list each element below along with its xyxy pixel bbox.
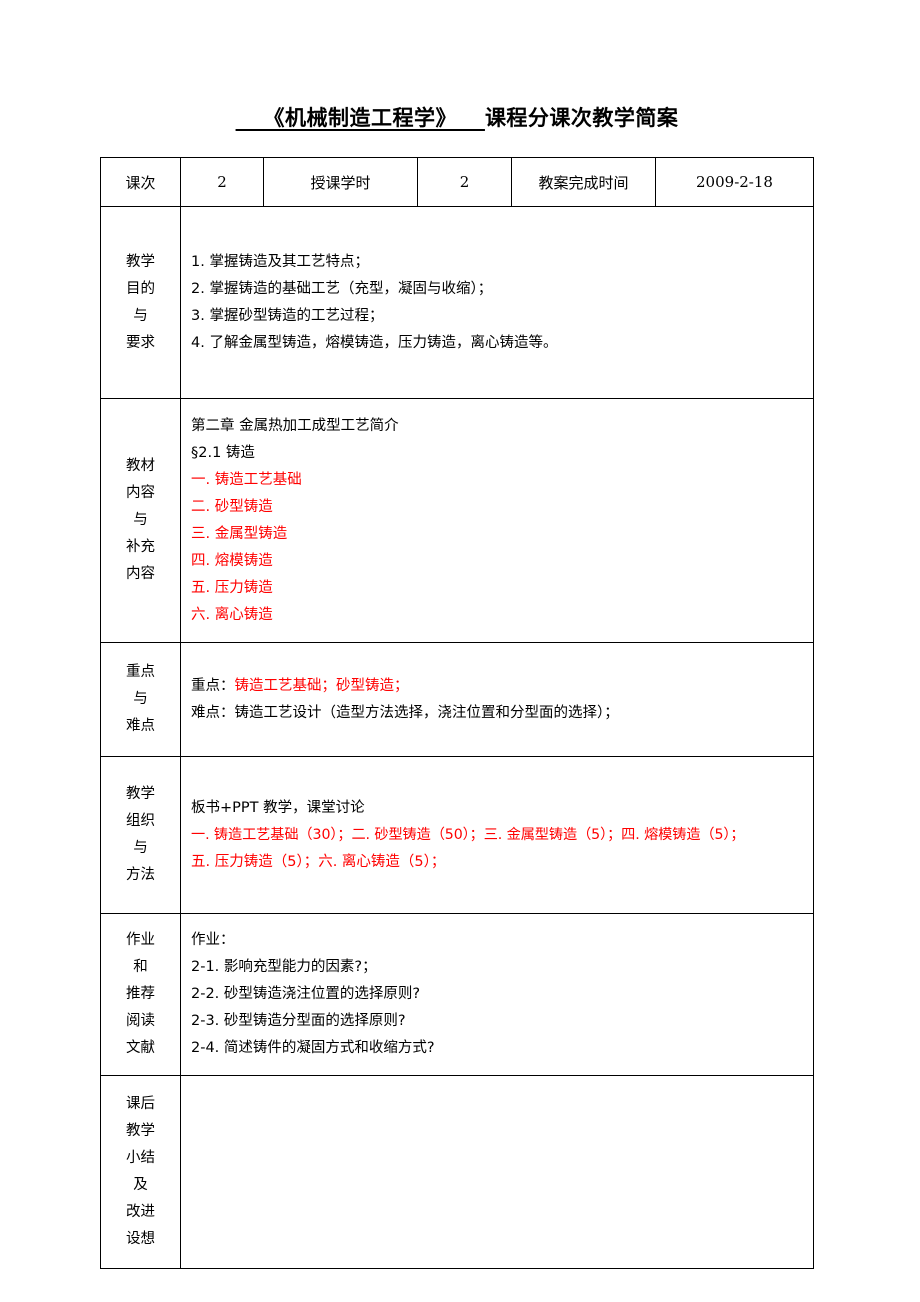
row-label-homework: 作业和推荐 阅读 文献	[100, 913, 181, 1076]
table-header-row: 课次 2 授课学时 2 教案完成时间 2009-2-18	[100, 157, 814, 207]
content-line: 五. 压力铸造（5）；六. 离心铸造（5）；	[191, 853, 446, 870]
content-line: 2-1. 影响充型能力的因素?；	[191, 959, 377, 975]
row-content-materials: 第二章 金属热加工成型工艺简介 §2.1 铸造一. 铸造工艺基础 二. 砂型铸造 三.…	[180, 398, 814, 643]
row-label-line: 教学	[126, 1123, 155, 1139]
row-content-homework: 作业： 2-1. 影响充型能力的因素?； 2-2. 砂型铸造浇注位置的选择原则? 2-…	[180, 913, 814, 1076]
header-label-date: 教案完成时间	[511, 157, 656, 207]
content-line: 2-4. 简述铸件的凝固方式和收缩方式?	[191, 1040, 435, 1056]
content-line: 一. 铸造工艺基础（30）；二. 砂型铸造（50）；三. 金属型铸造（5）；四.…	[191, 826, 745, 843]
row-label-line: 要求	[126, 334, 155, 351]
content-line: 作业：	[191, 932, 235, 948]
content-line: 2-3. 砂型铸造分型面的选择原则?	[191, 1013, 406, 1029]
page-title-underlined-part: 《机械制造工程学》	[236, 106, 485, 130]
content-line: 板书+PPT 教学，课堂讨论	[191, 799, 365, 816]
content-line: 六. 离心铸造	[191, 606, 273, 623]
row-label-methods: 教学 组织与方法	[100, 756, 181, 914]
page-title-course-name: 《机械制造工程学》	[263, 106, 457, 130]
row-label-line: 组织	[126, 813, 155, 829]
content-segment: 铸造工艺基础；砂型铸造；	[234, 677, 409, 694]
table-row: 重点与难点 重点：铸造工艺基础；砂型铸造； 难点：铸造工艺设计（造型方法选择，浇注…	[100, 642, 814, 757]
content-line: 第二章 金属热加工成型工艺简介	[191, 417, 399, 434]
content-line: 二. 砂型铸造	[191, 498, 273, 515]
content-line: 难点：铸造工艺设计（造型方法选择，浇注位置和分型面的选择）；	[191, 704, 619, 721]
row-label-line: 内容	[126, 485, 155, 501]
row-label-keypoints: 重点与难点	[100, 642, 181, 757]
content-line: 1. 掌握铸造及其工艺特点；	[191, 253, 369, 270]
row-label-line: 教材	[126, 458, 155, 474]
content-line: 四. 熔模铸造	[191, 552, 273, 569]
row-label-line: 与	[133, 840, 148, 856]
content-line: 五. 压力铸造	[191, 579, 273, 596]
content-line: §2.1 铸造	[191, 444, 255, 461]
row-label-line: 补充	[126, 539, 155, 555]
content-line: 一. 铸造工艺基础	[191, 471, 302, 488]
header-value-hours: 2	[417, 157, 512, 207]
content-line: 3. 掌握砂型铸造的工艺过程；	[191, 307, 384, 324]
header-label-lesson: 课次	[100, 157, 181, 207]
document-page: 《机械制造工程学》 课程分课次教学简案 课次 2 授课学时 2 教案完成时间 2…	[0, 0, 920, 1302]
table-row: 教学目的与要求 1. 掌握铸造及其工艺特点； 2. 掌握铸造的基础工艺（充型，凝固…	[100, 206, 814, 399]
content-line: 三. 金属型铸造	[191, 525, 288, 542]
page-title-rest: 课程分课次教学简案	[484, 106, 679, 130]
row-content-objectives: 1. 掌握铸造及其工艺特点； 2. 掌握铸造的基础工艺（充型，凝固与收缩）； 3. …	[180, 206, 814, 399]
row-label-line: 与	[133, 691, 148, 707]
row-label-objectives: 教学 目的与要求	[100, 206, 181, 399]
row-label-line: 课后	[126, 1096, 155, 1112]
row-label-line: 小结	[126, 1150, 155, 1166]
row-label-line: 目的	[126, 280, 155, 297]
row-content-summary	[180, 1075, 814, 1269]
content-line: 2. 掌握铸造的基础工艺（充型，凝固与收缩）；	[191, 280, 493, 297]
header-label-hours: 授课学时	[263, 157, 418, 207]
header-value-lesson: 2	[180, 157, 264, 207]
lesson-plan-table: 课次 2 授课学时 2 教案完成时间 2009-2-18 教学 目的与要求 1. …	[100, 157, 814, 1269]
content-line: 重点：铸造工艺基础；砂型铸造；	[191, 673, 813, 700]
row-label-summary: 课后教学小结及改进设想	[100, 1075, 181, 1269]
content-line: 2-2. 砂型铸造浇注位置的选择原则?	[191, 986, 421, 1002]
row-content-keypoints: 重点：铸造工艺基础；砂型铸造； 难点：铸造工艺设计（造型方法选择，浇注位置和分型面…	[180, 642, 814, 757]
table-row: 教学组织与方法 板书+PPT 教学，课堂讨论一. 铸造工艺基础（30）；二. 砂…	[100, 756, 814, 914]
content-segment: 重点：	[191, 677, 235, 694]
header-value-date: 2009-2-18	[655, 157, 814, 207]
row-label-line: 教学	[126, 786, 155, 802]
page-title: 《机械制造工程学》 课程分课次教学简案	[100, 103, 814, 133]
row-content-methods: 板书+PPT 教学，课堂讨论一. 铸造工艺基础（30）；二. 砂型铸造（50）；…	[180, 756, 814, 914]
row-label-line: 和	[133, 959, 148, 975]
row-label-line: 与	[133, 307, 148, 324]
row-label-line: 与	[133, 512, 148, 528]
row-label-line: 阅读	[126, 1013, 155, 1029]
row-label-line: 改进	[126, 1204, 155, 1220]
row-label-line: 推荐	[126, 986, 155, 1002]
row-label-line: 方法	[126, 867, 155, 883]
table-row: 课后教学小结及改进设想	[100, 1075, 814, 1269]
table-row: 教材 内容与补充 内容 第二章 金属热加工成型工艺简介 §2.1 铸造 一. 铸造工艺基…	[100, 398, 814, 643]
row-label-materials: 教材 内容与补充 内容	[100, 398, 181, 643]
content-line: 4. 了解金属型铸造，熔模铸造，压力铸造，离心铸造等。	[191, 334, 558, 351]
table-row: 作业和推荐阅读文献 作业： 2-1. 影响充型能力的因素?； 2-2. 砂型铸造浇注…	[100, 913, 814, 1076]
row-label-line: 难点	[126, 718, 155, 734]
row-label-line: 作业	[126, 932, 155, 948]
row-label-line: 内容	[126, 566, 155, 582]
row-label-line: 设想	[126, 1231, 155, 1247]
row-label-line: 及	[133, 1177, 148, 1193]
row-label-line: 文献	[126, 1040, 155, 1056]
row-label-line: 重点	[126, 664, 155, 680]
row-label-line: 教学	[126, 253, 155, 270]
